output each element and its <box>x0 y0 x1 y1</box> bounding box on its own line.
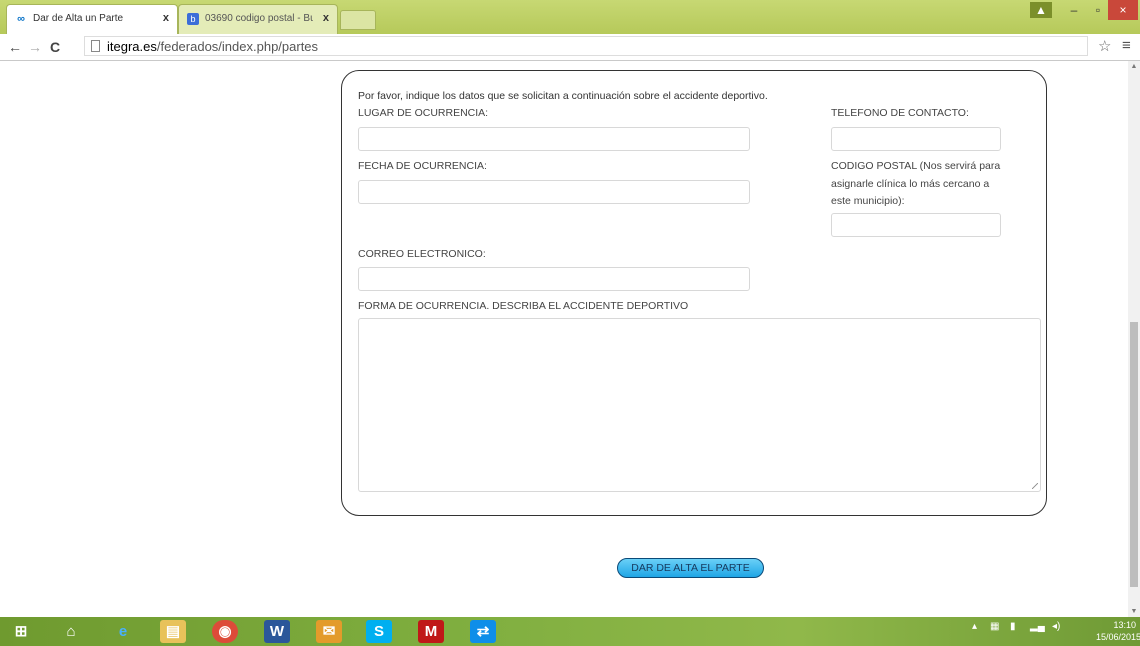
word-icon[interactable]: W <box>264 620 290 643</box>
signal-icon[interactable]: ▂▄ <box>1030 621 1045 632</box>
close-tab-icon[interactable]: x <box>163 12 169 24</box>
chrome-icon[interactable]: ◉ <box>212 620 238 643</box>
bing-favicon-icon: b <box>187 13 199 25</box>
internet-explorer-icon[interactable]: e <box>110 620 136 643</box>
battery-icon[interactable]: ▮ <box>1010 621 1016 632</box>
browser-toolbar: ← → C itegra.es/federados/index.php/part… <box>0 34 1140 61</box>
page-content: Por favor, indique los datos que se soli… <box>0 61 1128 617</box>
network-status-icon[interactable]: ▦ <box>990 621 999 632</box>
codigo-label-line-1: CODIGO POSTAL (Nos servirá para <box>831 160 1001 172</box>
codigo-label-line-2: asignarle clínica lo más cercano a <box>831 178 990 190</box>
new-tab-button[interactable] <box>340 10 376 30</box>
skype-icon[interactable]: S <box>366 620 392 643</box>
resize-handle-icon[interactable] <box>1032 483 1038 489</box>
codigo-postal-input[interactable] <box>831 213 1001 237</box>
menu-icon[interactable]: ≡ <box>1122 37 1131 54</box>
file-explorer-icon[interactable]: ▤ <box>160 620 186 643</box>
volume-icon[interactable]: ◂) <box>1052 621 1060 632</box>
forward-arrow-icon[interactable]: → <box>28 38 42 56</box>
home-icon[interactable]: ⌂ <box>58 620 84 643</box>
telefono-input[interactable] <box>831 127 1001 151</box>
scroll-up-icon[interactable]: ▲ <box>1128 63 1140 70</box>
link-favicon-icon: ∞ <box>17 13 25 25</box>
close-tab-icon[interactable]: x <box>323 12 329 24</box>
scroll-down-icon[interactable]: ▼ <box>1128 608 1140 615</box>
correo-input[interactable] <box>358 267 750 291</box>
title-bar: ∞ Dar de Alta un Parte x b 03690 codigo … <box>0 0 1140 34</box>
lugar-input[interactable] <box>358 127 750 151</box>
tray-arrow-icon[interactable]: ▴ <box>972 621 977 632</box>
user-icon[interactable]: ▲ <box>1030 2 1052 18</box>
fecha-label: FECHA DE OCURRENCIA: <box>358 160 487 172</box>
tab-label: 03690 codigo postal - Bus <box>205 13 313 24</box>
scroll-thumb[interactable] <box>1130 322 1138 587</box>
close-window-button[interactable]: × <box>1108 0 1138 20</box>
page-icon <box>91 40 100 52</box>
telefono-label: TELEFONO DE CONTACTO: <box>831 107 969 119</box>
minimize-button[interactable]: – <box>1062 0 1086 20</box>
outlook-icon[interactable]: ✉ <box>316 620 342 643</box>
taskbar: ⊞ ⌂ e ▤ ◉ W ✉ S M ⇄ ▴ ▦ ▮ ▂▄ ◂) 13:10 15… <box>0 617 1140 646</box>
tab-codigo-postal[interactable]: b 03690 codigo postal - Bus x <box>178 4 338 34</box>
clock-date: 15/06/2015 <box>1096 632 1140 642</box>
codigo-label-line-3: este municipio): <box>831 195 905 207</box>
maximize-button[interactable]: ▫ <box>1086 0 1110 20</box>
start-windows-icon[interactable]: ⊞ <box>8 620 34 643</box>
forma-textarea[interactable] <box>358 318 1041 492</box>
tab-dar-de-alta[interactable]: ∞ Dar de Alta un Parte x <box>6 4 178 34</box>
forma-label: FORMA DE OCURRENCIA. DESCRIBA EL ACCIDEN… <box>358 300 689 312</box>
fecha-input[interactable] <box>358 180 750 204</box>
url-text: itegra.es/federados/index.php/partes <box>107 39 319 54</box>
submit-button[interactable]: DAR DE ALTA EL PARTE <box>617 558 764 578</box>
system-clock[interactable]: 13:10 15/06/2015 <box>1096 619 1140 643</box>
reload-icon[interactable]: C <box>50 38 60 56</box>
lugar-label: LUGAR DE OCURRENCIA: <box>358 107 489 119</box>
bookmark-star-icon[interactable]: ☆ <box>1098 37 1111 55</box>
teamviewer-icon[interactable]: ⇄ <box>470 620 496 643</box>
vertical-scrollbar[interactable]: ▲ ▼ <box>1128 61 1140 617</box>
form-intro: Por favor, indique los datos que se soli… <box>358 90 768 102</box>
back-arrow-icon[interactable]: ← <box>8 38 22 56</box>
clock-time: 13:10 <box>1113 620 1136 630</box>
mcafee-icon[interactable]: M <box>418 620 444 643</box>
tab-label: Dar de Alta un Parte <box>33 13 124 24</box>
correo-label: CORREO ELECTRONICO: <box>358 248 486 260</box>
address-bar[interactable]: itegra.es/federados/index.php/partes <box>84 36 1088 56</box>
